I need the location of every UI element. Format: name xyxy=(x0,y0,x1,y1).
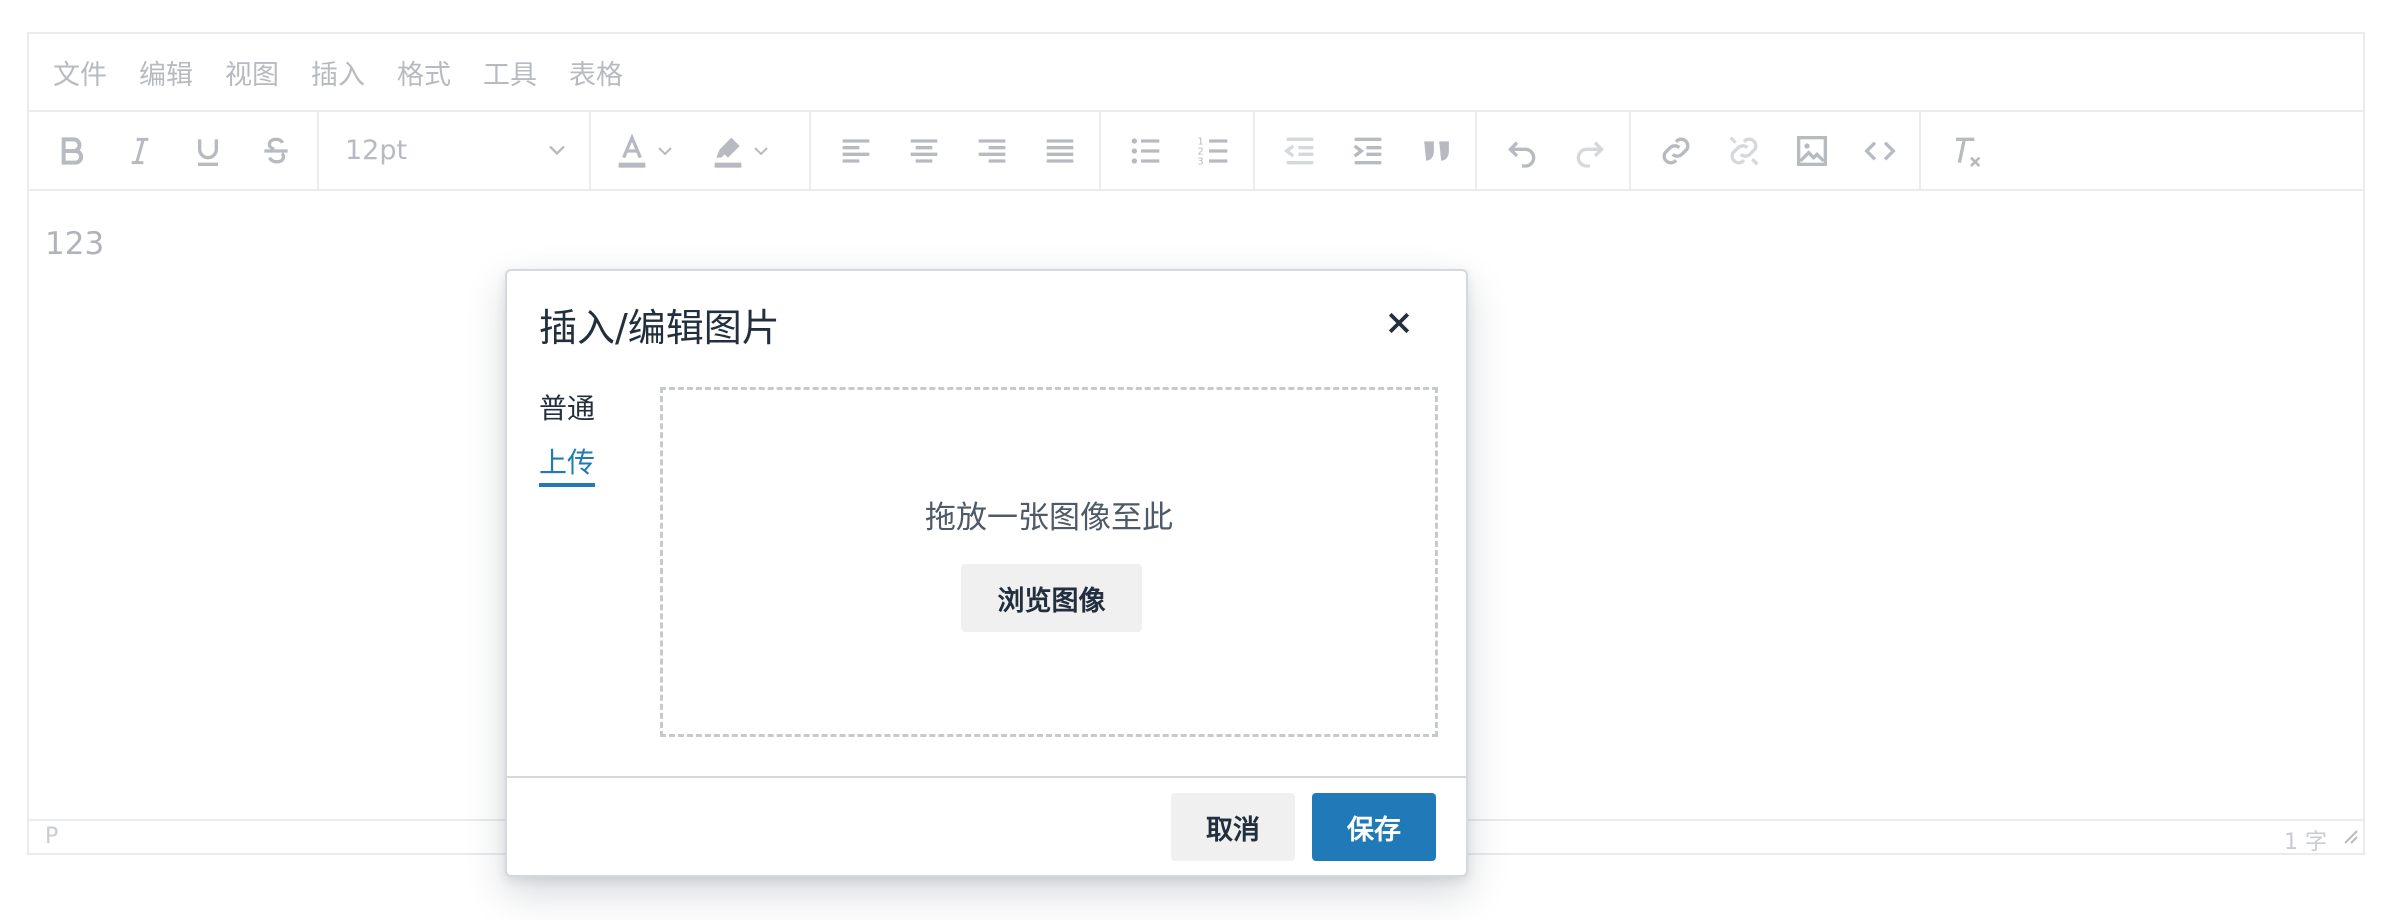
word-count[interactable]: 1 字 xyxy=(2284,824,2327,856)
menu-tools[interactable]: 工具 xyxy=(483,53,537,92)
dropzone-text: 拖放一张图像至此 xyxy=(925,500,1173,536)
svg-text:3: 3 xyxy=(1197,156,1203,167)
align-justify-icon[interactable] xyxy=(1037,128,1083,174)
bullet-list-icon[interactable] xyxy=(1123,128,1169,174)
redo-icon[interactable] xyxy=(1567,128,1613,174)
toolbar-group-insert xyxy=(1631,112,1921,189)
resize-handle-icon[interactable] xyxy=(2337,823,2359,851)
blockquote-icon[interactable] xyxy=(1413,128,1459,174)
toolbar-group-colors xyxy=(591,112,811,189)
menubar: 文件 编辑 视图 插入 格式 工具 表格 xyxy=(29,34,2363,112)
outdent-icon[interactable] xyxy=(1277,128,1323,174)
image-icon[interactable] xyxy=(1789,128,1835,174)
indent-icon[interactable] xyxy=(1345,128,1391,174)
dialog-footer-divider xyxy=(507,776,1466,778)
align-right-icon[interactable] xyxy=(969,128,1015,174)
toolbar-group-text-style xyxy=(29,112,319,189)
text-color-chevron-icon[interactable] xyxy=(651,128,679,174)
menu-file[interactable]: 文件 xyxy=(53,53,107,92)
font-size-value: 12pt xyxy=(345,135,408,166)
close-icon[interactable] xyxy=(1379,303,1419,343)
toolbar-group-history xyxy=(1477,112,1631,189)
menu-format[interactable]: 格式 xyxy=(397,53,451,92)
highlight-chevron-icon[interactable] xyxy=(747,128,775,174)
toolbar: 12pt 1 2 3 xyxy=(29,112,2363,191)
highlight-color-icon[interactable] xyxy=(705,128,751,174)
bold-icon[interactable] xyxy=(49,128,95,174)
save-button[interactable]: 保存 xyxy=(1312,793,1436,861)
toolbar-group-clear xyxy=(1921,112,2011,189)
code-icon[interactable] xyxy=(1857,128,1903,174)
numbered-list-icon[interactable]: 123 xyxy=(1191,128,1237,174)
dialog-title: 插入/编辑图片 xyxy=(539,306,780,350)
tab-upload-label: 上传 xyxy=(539,446,596,479)
cancel-button[interactable]: 取消 xyxy=(1171,793,1295,861)
toolbar-group-font-size: 12pt xyxy=(319,112,591,189)
toolbar-group-alignment xyxy=(811,112,1101,189)
insert-image-dialog: 插入/编辑图片 普通 上传 拖放一张图像至此 浏览图像 取消 保存 xyxy=(505,269,1468,877)
font-size-select[interactable]: 12pt xyxy=(319,112,589,189)
toolbar-group-indent xyxy=(1255,112,1477,189)
undo-icon[interactable] xyxy=(1499,128,1545,174)
text-color-icon[interactable] xyxy=(609,128,655,174)
align-center-icon[interactable] xyxy=(901,128,947,174)
tab-upload[interactable]: 上传 xyxy=(539,441,596,487)
strikethrough-icon[interactable] xyxy=(253,128,299,174)
italic-icon[interactable] xyxy=(117,128,163,174)
remove-format-icon[interactable] xyxy=(1943,128,1989,174)
chevron-down-icon xyxy=(543,136,571,171)
menu-edit[interactable]: 编辑 xyxy=(139,53,193,92)
unlink-icon[interactable] xyxy=(1721,128,1767,174)
menu-view[interactable]: 视图 xyxy=(225,53,279,92)
active-tab-indicator xyxy=(539,483,596,487)
link-icon[interactable] xyxy=(1653,128,1699,174)
image-dropzone[interactable]: 拖放一张图像至此 浏览图像 xyxy=(660,387,1438,737)
toolbar-group-lists: 123 xyxy=(1101,112,1255,189)
browse-image-button[interactable]: 浏览图像 xyxy=(961,564,1142,632)
underline-icon[interactable] xyxy=(185,128,231,174)
tab-general[interactable]: 普通 xyxy=(539,387,595,427)
menu-insert[interactable]: 插入 xyxy=(311,53,365,92)
element-path[interactable]: P xyxy=(45,824,58,849)
menu-table[interactable]: 表格 xyxy=(569,53,623,92)
editor-content[interactable]: 123 xyxy=(45,226,104,262)
align-left-icon[interactable] xyxy=(833,128,879,174)
